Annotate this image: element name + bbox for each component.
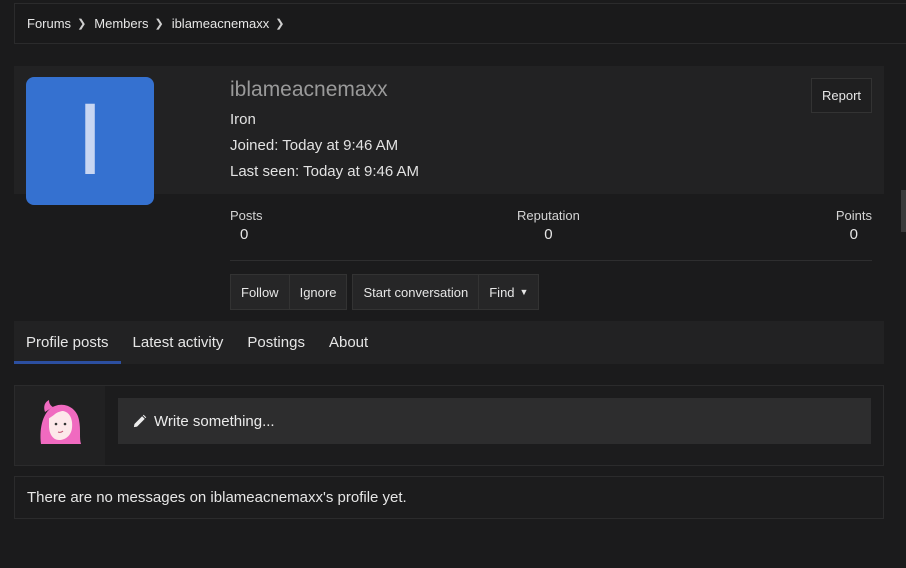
last-seen: Last seen: Today at 9:46 AM <box>230 163 420 180</box>
stats-row: Posts 0 Reputation 0 Points 0 <box>230 208 872 261</box>
chevron-right-icon: ❯ <box>77 18 87 30</box>
composer-avatar-column <box>15 386 105 465</box>
stat-label: Points <box>835 208 872 223</box>
breadcrumb-label: iblameacnemaxx <box>171 16 270 31</box>
find-button[interactable]: Find ▼ <box>479 275 538 309</box>
follow-ignore-group: Follow Ignore <box>230 274 348 310</box>
stat-label: Reputation <box>517 208 580 223</box>
start-conversation-button[interactable]: Start conversation <box>353 275 480 309</box>
report-button[interactable]: Report <box>811 78 872 113</box>
chevron-right-icon: ❯ <box>275 18 285 30</box>
composer-placeholder: Write something... <box>154 412 275 430</box>
breadcrumb-label: Forums <box>27 16 72 31</box>
pencil-icon <box>133 414 147 427</box>
chevron-right-icon: ❯ <box>154 18 164 30</box>
stat-label: Posts <box>230 208 263 223</box>
breadcrumb-user[interactable]: iblameacnemaxx ❯ <box>172 16 285 31</box>
avatar-letter: I <box>75 85 105 197</box>
breadcrumb: Forums ❯ Members ❯ iblameacnemaxx ❯ <box>14 3 906 44</box>
empty-messages-notice: There are no messages on iblameacnemaxx'… <box>14 476 884 519</box>
follow-button[interactable]: Follow <box>231 275 290 309</box>
tab-postings[interactable]: Postings <box>235 321 317 364</box>
breadcrumb-members[interactable]: Members ❯ <box>94 16 163 31</box>
avatar[interactable]: I <box>26 77 154 205</box>
conversation-find-group: Start conversation Find ▼ <box>352 274 540 310</box>
stat-value: 0 <box>849 226 858 243</box>
tab-about[interactable]: About <box>317 321 380 364</box>
stat-value: 0 <box>240 226 249 243</box>
joined-date: Joined: Today at 9:46 AM <box>230 137 399 154</box>
tab-latest-activity[interactable]: Latest activity <box>121 321 236 364</box>
breadcrumb-label: Members <box>94 16 149 31</box>
user-avatar-icon[interactable] <box>35 398 83 446</box>
ignore-button[interactable]: Ignore <box>290 275 347 309</box>
breadcrumb-forums[interactable]: Forums ❯ <box>27 16 86 31</box>
find-label: Find <box>489 284 515 300</box>
stat-points[interactable]: Points 0 <box>836 208 872 243</box>
stat-posts[interactable]: Posts 0 <box>230 208 263 243</box>
stat-value: 0 <box>544 226 553 243</box>
tab-profile-posts[interactable]: Profile posts <box>14 321 121 364</box>
profile-post-composer: Write something... <box>14 385 884 466</box>
user-rank: Iron <box>230 111 256 128</box>
write-something-input[interactable]: Write something... <box>118 398 871 444</box>
username: iblameacnemaxx <box>230 78 388 101</box>
stat-reputation[interactable]: Reputation 0 <box>517 208 580 243</box>
caret-down-icon: ▼ <box>519 287 529 297</box>
profile-tabs: Profile posts Latest activity Postings A… <box>14 321 884 364</box>
scrollbar-edge[interactable] <box>901 190 906 232</box>
profile-actions: Follow Ignore Start conversation Find ▼ <box>230 274 544 310</box>
